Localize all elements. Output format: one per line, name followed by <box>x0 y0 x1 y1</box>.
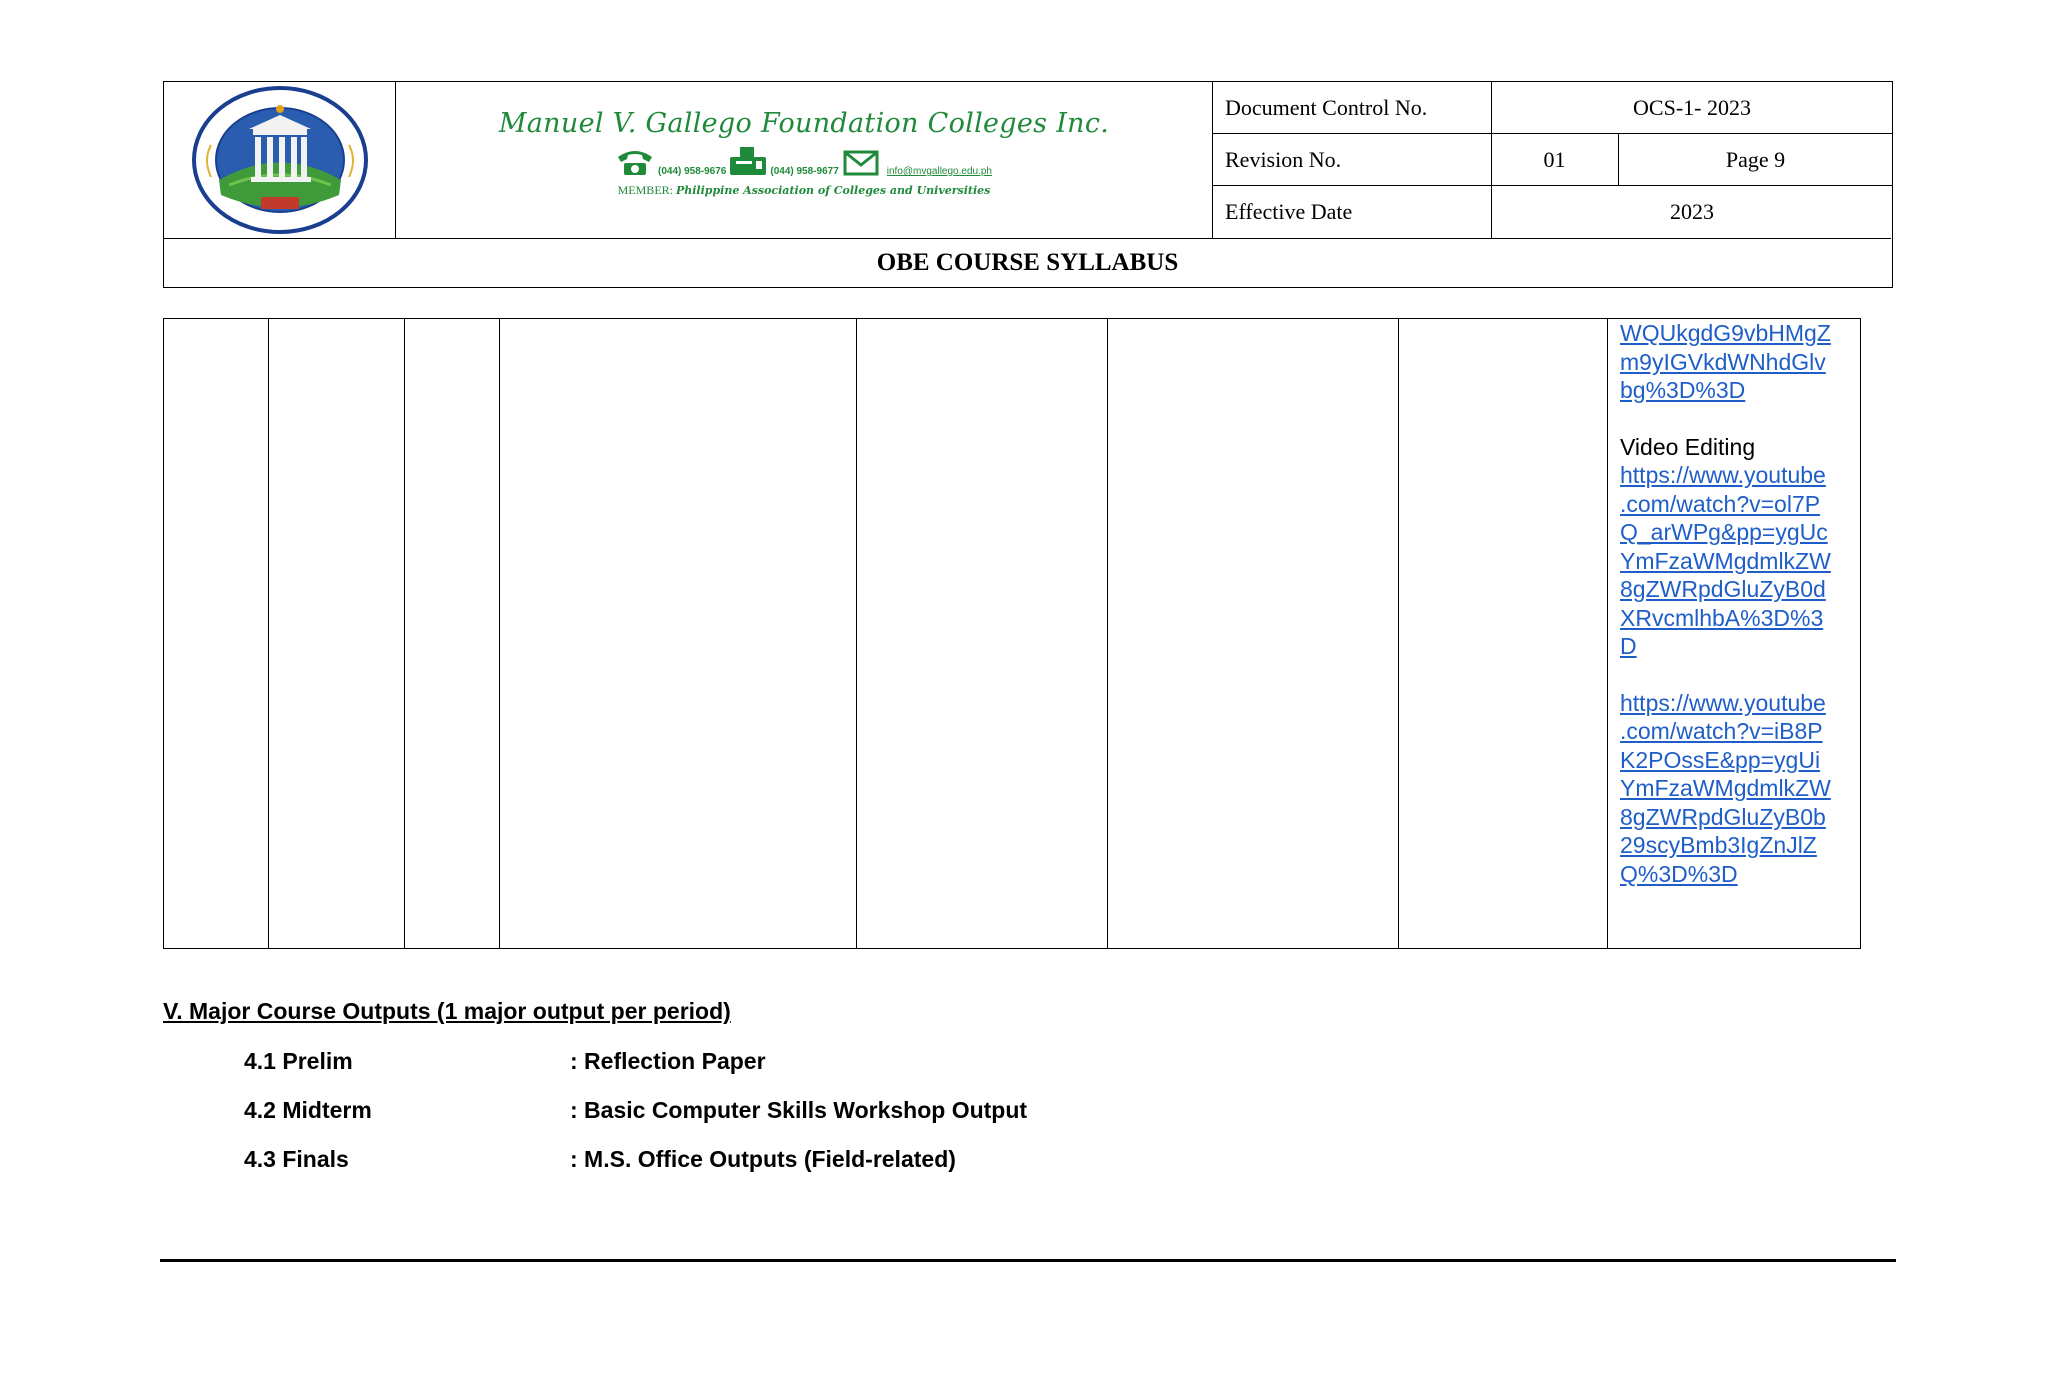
institution-cell: Manuel V. Gallego Foundation Colleges In… <box>396 82 1213 238</box>
output-description: : Basic Computer Skills Workshop Output <box>570 1097 1028 1123</box>
doc-control-label: Document Control No. <box>1225 95 1428 120</box>
major-course-outputs: V. Major Course Outputs (1 major output … <box>163 998 731 1025</box>
fax-icon <box>730 147 767 175</box>
link-line[interactable]: 8gZWRpdGluZyB0d <box>1620 575 1856 604</box>
fax-number: (044) 958-9677 <box>770 166 839 177</box>
link-line[interactable]: Q_arWPg&pp=ygUc <box>1620 518 1856 547</box>
youtube-link-2[interactable]: https://www.youtube .com/watch?v=iB8P K2… <box>1620 689 1856 889</box>
contact-line: (044) 958-9676 (044) 958-9677 info@mvgal… <box>396 147 1212 177</box>
output-description: : Reflection Paper <box>570 1048 766 1074</box>
table-column-divider <box>499 319 500 948</box>
member-prefix: MEMBER: <box>617 183 673 197</box>
revision-label: Revision No. <box>1225 147 1342 172</box>
document-control-block: Document Control No. OCS-1- 2023 Revisio… <box>1213 82 1893 238</box>
doc-control-value: OCS-1- 2023 <box>1633 95 1751 120</box>
document-title: OBE COURSE SYLLABUS <box>164 238 1891 287</box>
link-line[interactable]: Q%3D%3D <box>1620 860 1856 889</box>
link-line[interactable]: .com/watch?v=ol7P <box>1620 490 1856 519</box>
page-number: Page 9 <box>1725 147 1786 172</box>
effective-date-value: 2023 <box>1670 199 1714 224</box>
link-line[interactable]: D <box>1620 632 1856 661</box>
link-line[interactable]: 29scyBmb3IgZnJlZ <box>1620 831 1856 860</box>
link-line[interactable]: https://www.youtube <box>1620 689 1856 718</box>
output-description: : M.S. Office Outputs (Field-related) <box>570 1146 956 1172</box>
output-period: 4.2 Midterm <box>244 1097 372 1123</box>
video-editing-label: Video Editing <box>1620 433 1756 460</box>
table-column-divider <box>404 319 405 948</box>
footer-rule <box>160 1259 1896 1262</box>
effective-date-row: Effective Date 2023 <box>1213 186 1893 238</box>
table-column-divider <box>856 319 857 948</box>
revision-row: Revision No. 01 Page 9 <box>1213 134 1893 186</box>
link-line[interactable]: XRvcmlhbA%3D%3 <box>1620 604 1856 633</box>
phone-number: (044) 958-9676 <box>657 166 727 177</box>
effective-date-label: Effective Date <box>1225 199 1353 224</box>
link-line[interactable]: K2POssE&pp=ygUi <box>1620 746 1856 775</box>
link-line[interactable]: https://www.youtube <box>1620 461 1856 490</box>
telephone-icon <box>617 151 652 175</box>
institution-name: Manuel V. Gallego Foundation Colleges In… <box>498 108 1110 139</box>
syllabus-table: WQUkgdG9vbHMgZ m9yIGVkdWNhdGlv bg%3D%3D … <box>163 318 1861 949</box>
table-column-divider <box>1107 319 1108 948</box>
table-column-divider <box>268 319 269 948</box>
output-period: 4.1 Prelim <box>244 1048 353 1074</box>
link-line[interactable]: YmFzaWMgdmlkZW <box>1620 547 1856 576</box>
table-column-divider <box>1398 319 1399 948</box>
email-link[interactable]: info@mvgallego.edu.ph <box>887 166 992 177</box>
youtube-link-1[interactable]: https://www.youtube .com/watch?v=ol7P Q_… <box>1620 461 1856 661</box>
link-line[interactable]: YmFzaWMgdmlkZW <box>1620 774 1856 803</box>
mail-icon <box>843 150 879 176</box>
table-column-divider <box>1607 319 1608 948</box>
link-line[interactable]: m9yIGVkdWNhdGlv <box>1620 348 1856 377</box>
college-seal-logo <box>191 86 368 234</box>
membership-line: MEMBER: Philippine Association of Colleg… <box>396 183 1212 198</box>
link-line[interactable]: WQUkgdG9vbHMgZ <box>1620 319 1856 348</box>
revision-value: 01 <box>1543 147 1566 172</box>
link-line[interactable]: .com/watch?v=iB8P <box>1620 717 1856 746</box>
output-period: 4.3 Finals <box>244 1146 349 1172</box>
outputs-heading: V. Major Course Outputs (1 major output … <box>163 998 731 1024</box>
link-continuation[interactable]: WQUkgdG9vbHMgZ m9yIGVkdWNhdGlv bg%3D%3D <box>1620 319 1856 405</box>
logo-cell <box>164 82 396 238</box>
resources-cell: WQUkgdG9vbHMgZ m9yIGVkdWNhdGlv bg%3D%3D … <box>1620 319 1856 888</box>
link-line[interactable]: bg%3D%3D <box>1620 376 1856 405</box>
member-organization: Philippine Association of Colleges and U… <box>675 184 991 197</box>
document-header: Manuel V. Gallego Foundation Colleges In… <box>163 81 1893 288</box>
link-line[interactable]: 8gZWRpdGluZyB0b <box>1620 803 1856 832</box>
doc-control-row: Document Control No. OCS-1- 2023 <box>1213 82 1893 134</box>
